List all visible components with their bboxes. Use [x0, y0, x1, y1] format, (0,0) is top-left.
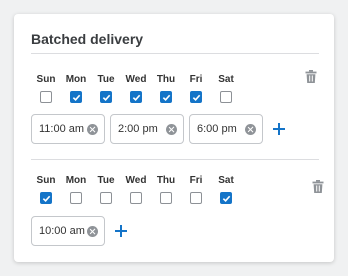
title-divider — [31, 53, 319, 54]
check-icon — [162, 94, 170, 101]
time-chip[interactable]: 2:00 pm — [110, 114, 184, 144]
day-checkbox[interactable] — [100, 91, 112, 103]
clear-icon[interactable] — [87, 225, 98, 237]
day-label: Sat — [218, 74, 234, 85]
plus-icon[interactable] — [272, 122, 286, 136]
plus-icon[interactable] — [114, 224, 128, 238]
day-tue: Tue — [91, 174, 121, 204]
day-label: Wed — [125, 74, 147, 85]
time-chip[interactable]: 10:00 am — [31, 216, 105, 246]
day-sun: Sun — [31, 174, 61, 204]
trash-icon[interactable] — [312, 180, 324, 193]
day-label: Sun — [36, 175, 56, 186]
day-label: Thu — [156, 74, 176, 85]
day-checkbox[interactable] — [220, 192, 232, 204]
day-label: Thu — [156, 175, 176, 186]
day-checkbox[interactable] — [190, 91, 202, 103]
day-checkbox[interactable] — [160, 91, 172, 103]
day-checkbox[interactable] — [40, 91, 52, 103]
check-icon — [102, 94, 110, 101]
schedule-1-days: Sun Mon Tue Wed Thu Fri Sat — [31, 73, 241, 103]
day-label: Fri — [189, 175, 203, 186]
day-label: Wed — [125, 175, 147, 186]
time-value: 11:00 am — [39, 123, 85, 135]
day-checkbox[interactable] — [70, 192, 82, 204]
day-checkbox[interactable] — [130, 192, 142, 204]
day-label: Fri — [189, 74, 203, 85]
trash-icon[interactable] — [305, 70, 317, 83]
day-label: Tue — [97, 175, 115, 186]
day-checkbox[interactable] — [40, 192, 52, 204]
card-title: Batched delivery — [31, 31, 144, 47]
clear-icon[interactable] — [245, 123, 256, 135]
check-icon — [42, 195, 50, 202]
day-checkbox[interactable] — [100, 192, 112, 204]
day-label: Sun — [36, 74, 56, 85]
day-sun: Sun — [31, 73, 61, 103]
day-sat: Sat — [211, 174, 241, 204]
schedule-2-days: Sun Mon Tue Wed Thu Fri Sat — [31, 174, 241, 204]
check-icon — [132, 94, 140, 101]
check-icon — [72, 94, 80, 101]
schedule-2-times: 10:00 am — [31, 216, 128, 246]
day-checkbox[interactable] — [70, 91, 82, 103]
day-mon: Mon — [61, 174, 91, 204]
day-label: Mon — [65, 175, 87, 186]
time-chip[interactable]: 11:00 am — [31, 114, 105, 144]
day-label: Sat — [218, 175, 234, 186]
day-thu: Thu — [151, 73, 181, 103]
day-checkbox[interactable] — [130, 91, 142, 103]
schedule-1-times: 11:00 am 2:00 pm 6:00 pm — [31, 114, 286, 144]
batched-delivery-card: Batched delivery Sun Mon Tue Wed Thu Fri — [14, 14, 334, 262]
day-fri: Fri — [181, 174, 211, 204]
day-fri: Fri — [181, 73, 211, 103]
day-tue: Tue — [91, 73, 121, 103]
section-divider — [31, 159, 319, 160]
day-wed: Wed — [121, 174, 151, 204]
time-value: 6:00 pm — [197, 123, 237, 135]
day-mon: Mon — [61, 73, 91, 103]
day-label: Mon — [65, 74, 87, 85]
check-icon — [192, 94, 200, 101]
day-checkbox[interactable] — [190, 192, 202, 204]
time-value: 10:00 am — [39, 225, 85, 237]
check-icon — [222, 195, 230, 202]
day-label: Tue — [97, 74, 115, 85]
time-value: 2:00 pm — [118, 123, 158, 135]
day-checkbox[interactable] — [220, 91, 232, 103]
clear-icon[interactable] — [87, 123, 98, 135]
day-wed: Wed — [121, 73, 151, 103]
clear-icon[interactable] — [166, 123, 177, 135]
day-sat: Sat — [211, 73, 241, 103]
day-checkbox[interactable] — [160, 192, 172, 204]
time-chip[interactable]: 6:00 pm — [189, 114, 263, 144]
day-thu: Thu — [151, 174, 181, 204]
